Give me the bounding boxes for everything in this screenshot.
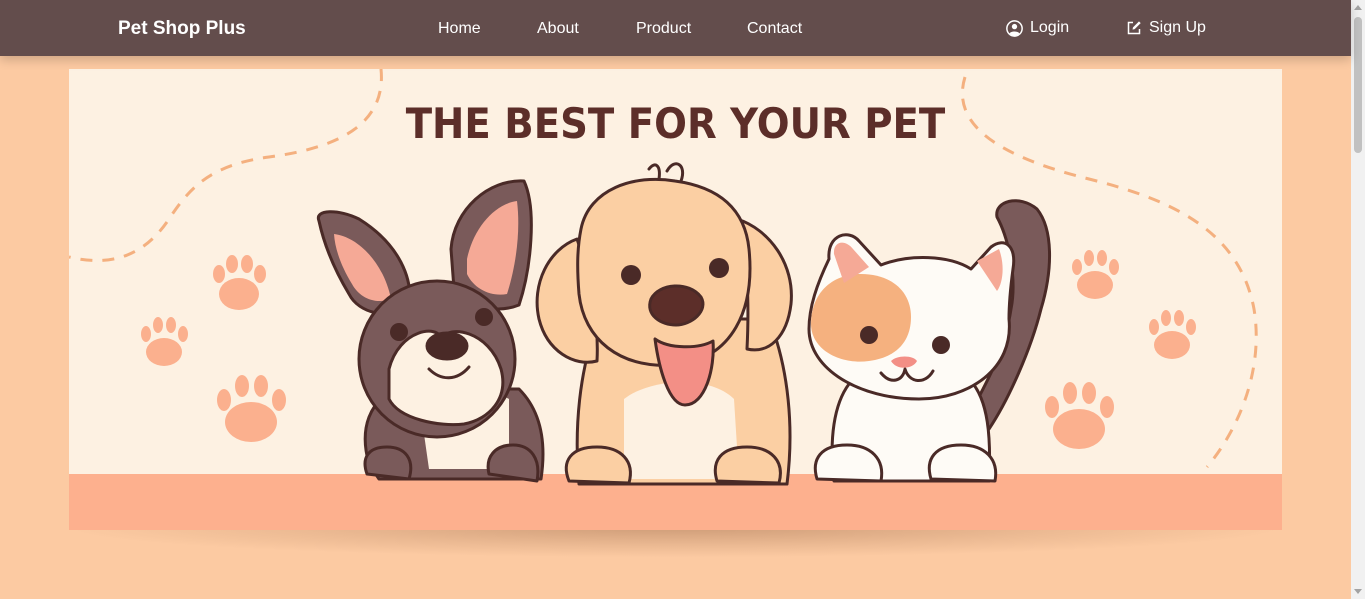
- scroll-down-arrow-icon[interactable]: [1354, 589, 1362, 594]
- scroll-up-arrow-icon[interactable]: [1354, 5, 1362, 10]
- cat-calico-icon: [807, 199, 1052, 483]
- login-label: Login: [1030, 19, 1070, 36]
- signup-label: Sign Up: [1149, 19, 1206, 36]
- nav-product[interactable]: Product: [636, 0, 691, 56]
- nav-about[interactable]: About: [537, 0, 579, 56]
- scrollbar[interactable]: [1351, 0, 1365, 599]
- dog-golden-puppy-icon: [535, 162, 793, 486]
- banner-shadow: [75, 527, 1275, 557]
- user-circle-icon: [1006, 19, 1023, 37]
- nav-home[interactable]: Home: [438, 0, 481, 56]
- hero-title: THE BEST FOR YOUR PET: [405, 99, 946, 148]
- scroll-thumb[interactable]: [1354, 17, 1362, 153]
- signup-link[interactable]: Sign Up: [1126, 0, 1206, 56]
- brand-logo[interactable]: Pet Shop Plus: [118, 0, 246, 56]
- nav-contact[interactable]: Contact: [747, 0, 802, 56]
- edit-square-icon: [1126, 20, 1142, 36]
- login-link[interactable]: Login: [1006, 0, 1069, 56]
- dog-boston-terrier-icon: [316, 179, 545, 483]
- hero-banner: THE BEST FOR YOUR PET: [69, 69, 1282, 530]
- navbar: Pet Shop Plus Home About Product Contact…: [0, 0, 1351, 56]
